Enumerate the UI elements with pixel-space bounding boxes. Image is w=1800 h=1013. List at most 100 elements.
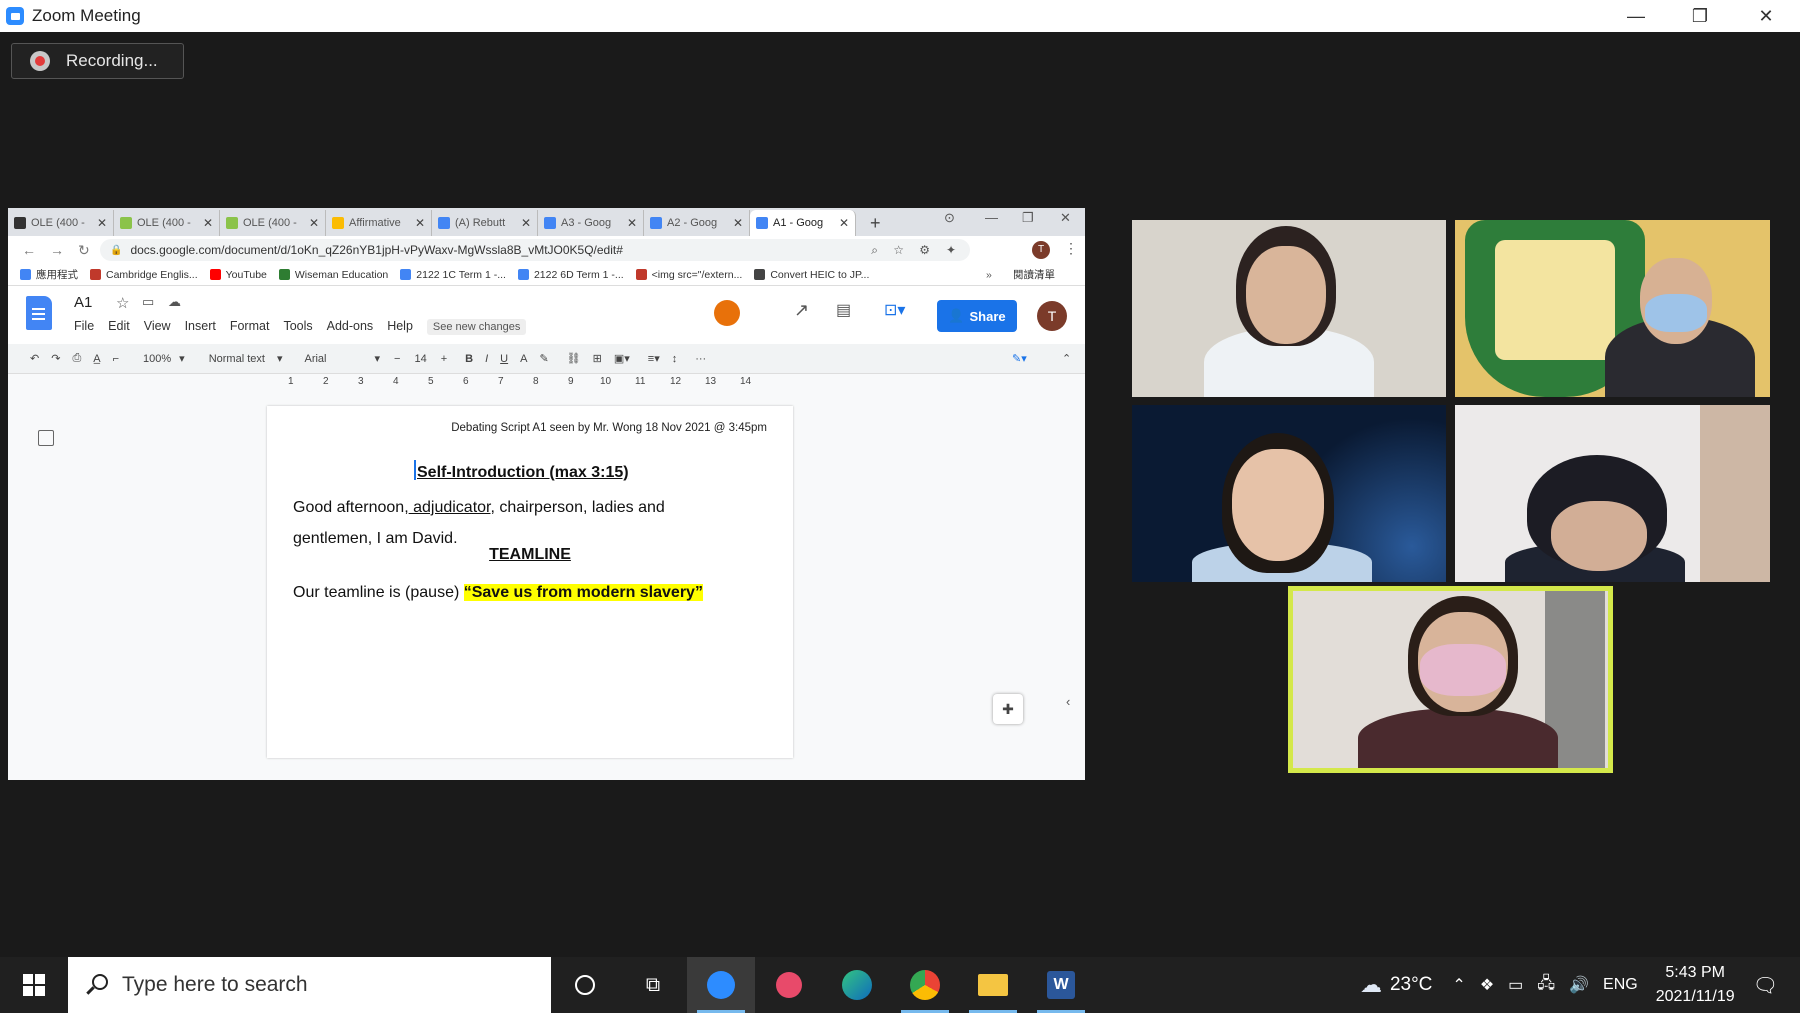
menu-addons[interactable]: Add-ons bbox=[327, 319, 374, 335]
document-title[interactable]: A1 bbox=[74, 294, 92, 311]
bookmark-star-icon[interactable]: ☆ bbox=[893, 243, 904, 257]
weather-cloud-icon[interactable]: ☁ bbox=[1360, 972, 1382, 998]
participant-video-3[interactable] bbox=[1132, 405, 1446, 582]
browser-tab[interactable]: OLE (400 - ✕ bbox=[8, 210, 114, 236]
dropbox-icon[interactable]: ❖ bbox=[1480, 975, 1494, 995]
input-language[interactable]: ENG bbox=[1603, 976, 1638, 994]
taskbar-clock[interactable]: 5:43 PM 2021/11/19 bbox=[1656, 961, 1735, 1009]
bookmark-item[interactable]: <img src="/extern... bbox=[635, 269, 742, 281]
browser-tab[interactable]: Affirmative ✕ bbox=[326, 210, 432, 236]
tab-close-icon[interactable]: ✕ bbox=[203, 216, 213, 230]
minimize-icon[interactable]: — bbox=[1606, 0, 1666, 32]
editing-mode-icon[interactable]: ✎▾ bbox=[1012, 352, 1027, 365]
link-icon[interactable]: ⛓ bbox=[567, 352, 581, 365]
style-select[interactable]: Normal text bbox=[209, 353, 265, 365]
menu-format[interactable]: Format bbox=[230, 319, 270, 335]
bold-icon[interactable]: B bbox=[465, 353, 473, 365]
comment-add-icon[interactable]: ⊞ bbox=[593, 352, 602, 365]
bookmark-item[interactable]: Convert HEIC to JP... bbox=[754, 269, 869, 281]
bookmark-item[interactable]: 2122 1C Term 1 -... bbox=[400, 269, 506, 281]
browser-tab[interactable]: OLE (400 - ✕ bbox=[114, 210, 220, 236]
text-color-icon[interactable]: A bbox=[520, 353, 527, 365]
share-button[interactable]: 👤 Share bbox=[937, 300, 1017, 332]
image-insert-icon[interactable]: ▣▾ bbox=[614, 352, 630, 365]
profile-icon[interactable]: T bbox=[1032, 241, 1050, 259]
font-select[interactable]: Arial bbox=[304, 353, 374, 365]
volume-icon[interactable]: 🔊 bbox=[1569, 975, 1589, 995]
redo-icon[interactable]: ↷ bbox=[51, 352, 60, 365]
underline-icon[interactable]: U bbox=[500, 353, 508, 365]
menu-view[interactable]: View bbox=[144, 319, 171, 335]
taskbar-search-box[interactable]: Type here to search bbox=[68, 957, 551, 1013]
account-avatar[interactable]: T bbox=[1037, 301, 1067, 331]
bookmark-item[interactable]: YouTube bbox=[209, 269, 267, 281]
browser-menu-icon[interactable]: ⋮ bbox=[1064, 240, 1078, 257]
edge-icon[interactable] bbox=[823, 957, 891, 1013]
notifications-icon[interactable]: 🗨 bbox=[1753, 973, 1778, 998]
bookmark-item[interactable]: Cambridge Englis... bbox=[90, 269, 198, 281]
undo-icon[interactable]: ↶ bbox=[30, 352, 39, 365]
close-icon[interactable]: ✕ bbox=[1736, 0, 1796, 32]
menu-help[interactable]: Help bbox=[387, 319, 413, 335]
spellcheck-icon[interactable]: A̲ bbox=[93, 353, 100, 365]
activity-trend-icon[interactable]: ↗ bbox=[794, 300, 809, 321]
comments-icon[interactable]: ▤ bbox=[836, 300, 851, 320]
browser-restore-icon[interactable]: ❐ bbox=[1022, 210, 1034, 226]
star-icon[interactable]: ☆ bbox=[116, 294, 129, 312]
browser-tab[interactable]: (A) Rebutt ✕ bbox=[432, 210, 538, 236]
cortana-icon[interactable] bbox=[551, 957, 619, 1013]
tab-close-icon[interactable]: ✕ bbox=[521, 216, 531, 230]
task-view-icon[interactable]: ⧉ bbox=[619, 957, 687, 1013]
forward-icon[interactable]: → bbox=[50, 242, 64, 258]
line-spacing-icon[interactable]: ↕ bbox=[672, 353, 678, 365]
present-meet-icon[interactable]: ⊡▾ bbox=[884, 300, 905, 320]
tab-close-icon[interactable]: ✕ bbox=[309, 216, 319, 230]
italic-icon[interactable]: I bbox=[485, 353, 488, 365]
bookmark-item[interactable]: Wiseman Education bbox=[278, 269, 388, 281]
menu-file[interactable]: File bbox=[74, 319, 94, 335]
collapse-menus-icon[interactable]: ⌃ bbox=[1062, 352, 1071, 365]
browser-tab[interactable]: A2 - Goog ✕ bbox=[644, 210, 750, 236]
chrome-icon[interactable] bbox=[891, 957, 959, 1013]
zoom-select[interactable]: 100% bbox=[143, 353, 171, 365]
increase-font-icon[interactable]: + bbox=[441, 353, 447, 365]
font-size-input[interactable]: 14 bbox=[414, 353, 426, 365]
word-icon[interactable]: W bbox=[1027, 957, 1095, 1013]
start-button[interactable] bbox=[0, 957, 68, 1013]
bookmark-item[interactable]: 2122 6D Term 1 -... bbox=[517, 269, 624, 281]
move-folder-icon[interactable]: ▭ bbox=[142, 294, 154, 310]
file-explorer-icon[interactable] bbox=[959, 957, 1027, 1013]
zoom-lens-icon[interactable]: ⌕ bbox=[871, 243, 878, 258]
menu-tools[interactable]: Tools bbox=[283, 319, 312, 335]
participant-video-1[interactable] bbox=[1132, 220, 1446, 397]
battery-icon[interactable]: ▭ bbox=[1508, 975, 1523, 995]
tab-close-icon[interactable]: ✕ bbox=[97, 216, 107, 230]
tab-close-icon[interactable]: ✕ bbox=[415, 216, 425, 230]
recording-indicator[interactable]: Recording... bbox=[11, 43, 184, 79]
more-options-icon[interactable]: ··· bbox=[695, 353, 706, 365]
google-docs-icon[interactable] bbox=[26, 296, 52, 330]
menu-insert[interactable]: Insert bbox=[185, 319, 216, 335]
bookmark-item[interactable]: 應用程式 bbox=[20, 267, 78, 282]
collaborator-avatar[interactable] bbox=[714, 300, 740, 326]
participant-video-active-speaker[interactable] bbox=[1288, 586, 1613, 773]
new-tab-icon[interactable]: + bbox=[870, 210, 881, 236]
participant-video-4[interactable] bbox=[1455, 405, 1770, 582]
align-icon[interactable]: ≡▾ bbox=[648, 352, 660, 365]
print-icon[interactable]: ⎙ bbox=[72, 352, 81, 365]
participant-video-2[interactable] bbox=[1455, 220, 1770, 397]
browser-tab-active[interactable]: A1 - Goog ✕ bbox=[750, 210, 856, 236]
browser-tab[interactable]: OLE (400 - ✕ bbox=[220, 210, 326, 236]
url-bar[interactable]: 🔒 docs.google.com/document/d/1oKn_qZ26nY… bbox=[100, 239, 970, 261]
reading-list[interactable]: 閱讀清單 bbox=[1013, 267, 1055, 282]
tab-close-icon[interactable]: ✕ bbox=[839, 216, 849, 230]
document-page[interactable]: Debating Script A1 seen by Mr. Wong 18 N… bbox=[267, 406, 793, 758]
tab-close-icon[interactable]: ✕ bbox=[627, 216, 637, 230]
tab-search-icon[interactable]: ⊙ bbox=[944, 210, 955, 226]
zoom-taskbar-icon[interactable] bbox=[687, 957, 755, 1013]
see-new-changes-button[interactable]: See new changes bbox=[426, 319, 527, 335]
browser-tab[interactable]: A3 - Goog ✕ bbox=[538, 210, 644, 236]
extension-icon[interactable]: ⚙ bbox=[919, 243, 930, 257]
explore-icon[interactable]: ✚ bbox=[993, 694, 1023, 724]
highlight-icon[interactable]: ✎ bbox=[539, 352, 548, 365]
